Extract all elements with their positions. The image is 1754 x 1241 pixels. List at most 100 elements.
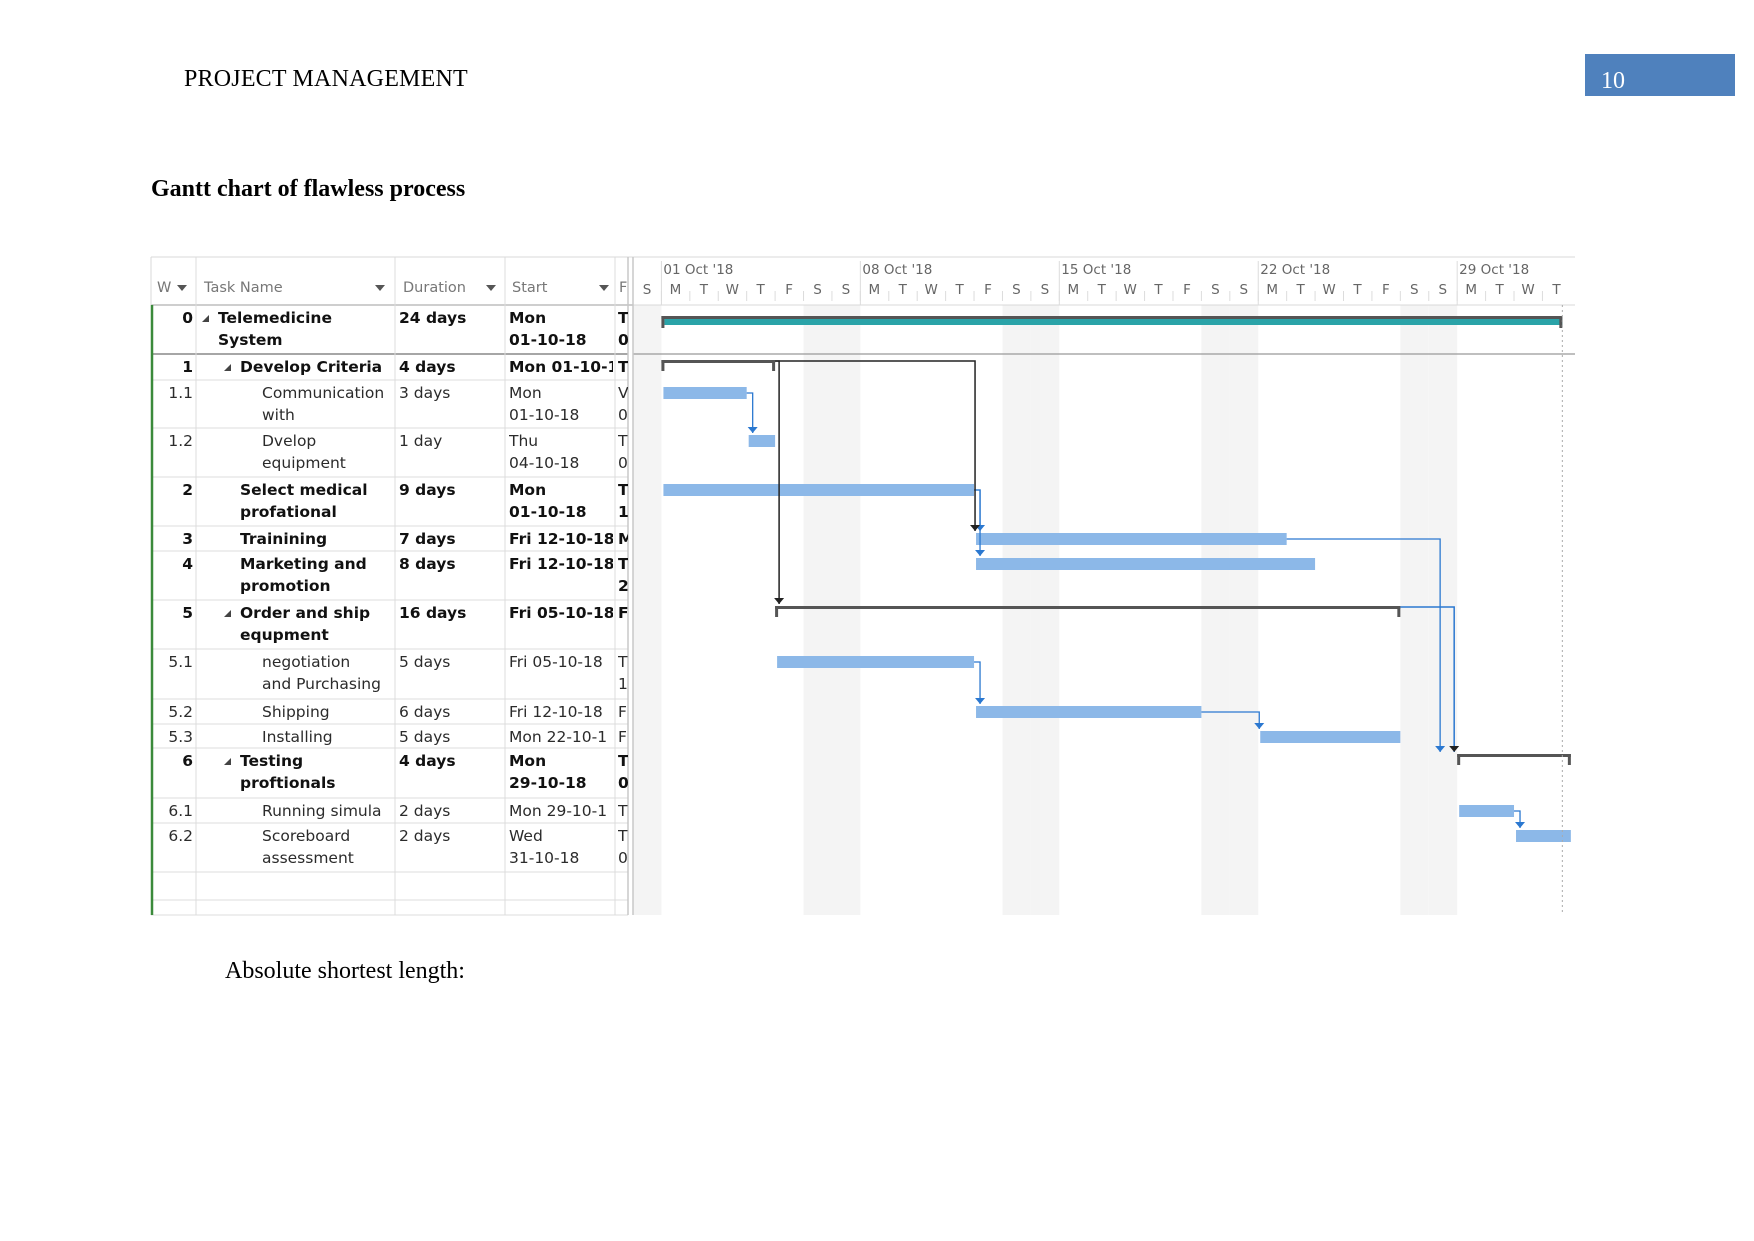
dropdown-arrow-icon[interactable]: [485, 285, 496, 291]
row-finish[interactable]: F: [618, 726, 628, 748]
dropdown-arrow-icon[interactable]: [374, 285, 385, 291]
link-arrow-icon: [975, 550, 986, 556]
link-arrow-icon: [747, 427, 758, 433]
weekend-shade: [831, 305, 861, 915]
row-start[interactable]: Fri 12-10-18: [509, 553, 613, 575]
row-task-name[interactable]: Shipping: [262, 701, 393, 723]
row-duration[interactable]: 2 days: [399, 800, 503, 822]
timescale-day-label: S: [642, 282, 652, 298]
row-duration[interactable]: 5 days: [399, 651, 503, 673]
row-finish[interactable]: M: [618, 528, 628, 550]
row-finish[interactable]: V 0: [618, 382, 628, 426]
dropdown-arrow-icon[interactable]: [177, 285, 188, 291]
column-header-duration[interactable]: Duration: [403, 280, 496, 296]
row-duration[interactable]: 16 days: [399, 602, 503, 624]
row-task-name[interactable]: Communication with: [262, 382, 393, 426]
timescale-day-label: S: [1040, 282, 1050, 298]
column-header-task-name[interactable]: Task Name: [204, 280, 385, 296]
summary-start-cap: [661, 360, 665, 371]
row-wbs: 6: [182, 752, 193, 770]
row-duration[interactable]: 5 days: [399, 726, 503, 748]
row-duration[interactable]: 3 days: [399, 382, 503, 404]
row-start[interactable]: Fri 12-10-18: [509, 701, 613, 723]
row-duration[interactable]: 7 days: [399, 528, 503, 550]
row-start[interactable]: Mon 01-10-1: [509, 356, 613, 378]
row-start[interactable]: Fri 12-10-18: [509, 528, 613, 550]
timescale-day-label: W: [1322, 282, 1336, 298]
row-duration[interactable]: 6 days: [399, 701, 503, 723]
row-wbs: 1.2: [168, 432, 193, 450]
row-finish[interactable]: T 0: [618, 430, 628, 474]
row-finish[interactable]: F: [618, 602, 628, 624]
summary-start-cap: [1457, 754, 1461, 765]
timescale-day-label: S: [1012, 282, 1021, 298]
timescale-week-label: 08 Oct '18: [862, 262, 933, 278]
timescale-day-label: T: [898, 282, 907, 298]
column-header-start[interactable]: Start: [512, 280, 610, 296]
row-finish[interactable]: F: [618, 701, 628, 723]
column-header-f[interactable]: F: [619, 280, 627, 296]
task-bar-5.3: [1260, 731, 1401, 743]
row-start[interactable]: Wed 31-10-18: [509, 825, 613, 869]
row-finish[interactable]: T: [618, 356, 628, 378]
row-task-name[interactable]: Telemedicine System: [218, 307, 393, 351]
row-task-name[interactable]: Running simula: [262, 800, 393, 822]
body-text: Absolute shortest length:: [225, 958, 465, 984]
row-finish[interactable]: T 0: [618, 825, 628, 869]
row-task-name[interactable]: Dvelop equipment: [262, 430, 393, 474]
collapse-triangle-icon[interactable]: [224, 364, 231, 371]
row-task-name[interactable]: negotiation and Purchasing: [262, 651, 393, 695]
row-duration[interactable]: 4 days: [399, 356, 503, 378]
row-duration[interactable]: 9 days: [399, 479, 503, 501]
row-task-name[interactable]: Marketing and promotion: [240, 553, 393, 597]
timescale-week-label: 01 Oct '18: [663, 262, 734, 278]
row-finish[interactable]: T: [618, 800, 628, 822]
row-task-name[interactable]: Installing: [262, 726, 393, 748]
row-duration[interactable]: 2 days: [399, 825, 503, 847]
task-bar-2: [663, 484, 975, 496]
row-finish[interactable]: T 2: [618, 553, 628, 597]
row-finish[interactable]: T 1: [618, 479, 628, 523]
row-start[interactable]: Thu 04-10-18: [509, 430, 613, 474]
collapse-triangle-icon[interactable]: [224, 610, 231, 617]
column-header-label: Duration: [403, 280, 466, 296]
row-finish[interactable]: T 0: [618, 750, 628, 794]
row-task-name[interactable]: Order and ship equpment: [240, 602, 393, 646]
row-start[interactable]: Fri 05-10-18: [509, 602, 613, 624]
row-task-name[interactable]: Scoreboard assessment: [262, 825, 393, 869]
row-start[interactable]: Mon 01-10-18: [509, 479, 613, 523]
row-duration[interactable]: 8 days: [399, 553, 503, 575]
row-finish[interactable]: T 0: [618, 307, 628, 351]
summary-start-cap: [661, 316, 665, 328]
weekend-shade: [803, 305, 832, 915]
row-task-name[interactable]: Select medical profational: [240, 479, 393, 523]
row-task-name[interactable]: Develop Criteria: [240, 356, 393, 378]
task-bar-3: [976, 533, 1287, 545]
collapse-triangle-icon[interactable]: [202, 315, 209, 322]
row-start[interactable]: Mon 01-10-18: [509, 382, 613, 426]
row-task-name[interactable]: Testing proftionals: [240, 750, 393, 794]
timescale-day-label: S: [1239, 282, 1249, 298]
row-duration[interactable]: 24 days: [399, 307, 503, 329]
row-finish[interactable]: T 1: [618, 651, 628, 695]
row-duration[interactable]: 4 days: [399, 750, 503, 772]
dropdown-arrow-icon[interactable]: [599, 285, 610, 291]
summary-end-cap: [772, 360, 776, 371]
row-start[interactable]: Mon 29-10-1: [509, 800, 613, 822]
weekend-shade: [1428, 305, 1458, 915]
row-wbs: 0: [182, 309, 193, 327]
column-header-w[interactable]: W: [157, 280, 188, 296]
row-wbs: 4: [182, 555, 193, 573]
row-start[interactable]: Mon 29-10-18: [509, 750, 613, 794]
timescale-day-label: M: [1067, 282, 1080, 298]
row-start[interactable]: Mon 01-10-18: [509, 307, 613, 351]
dependency-link: [775, 360, 780, 604]
row-wbs: 2: [182, 481, 193, 499]
collapse-triangle-icon[interactable]: [224, 758, 231, 765]
timescale-day-label: W: [924, 282, 938, 298]
row-start[interactable]: Fri 05-10-18: [509, 651, 613, 673]
row-task-name[interactable]: Trainining: [240, 528, 393, 550]
row-duration[interactable]: 1 day: [399, 430, 503, 452]
row-start[interactable]: Mon 22-10-1: [509, 726, 613, 748]
timescale-day-label: T: [1097, 282, 1106, 298]
